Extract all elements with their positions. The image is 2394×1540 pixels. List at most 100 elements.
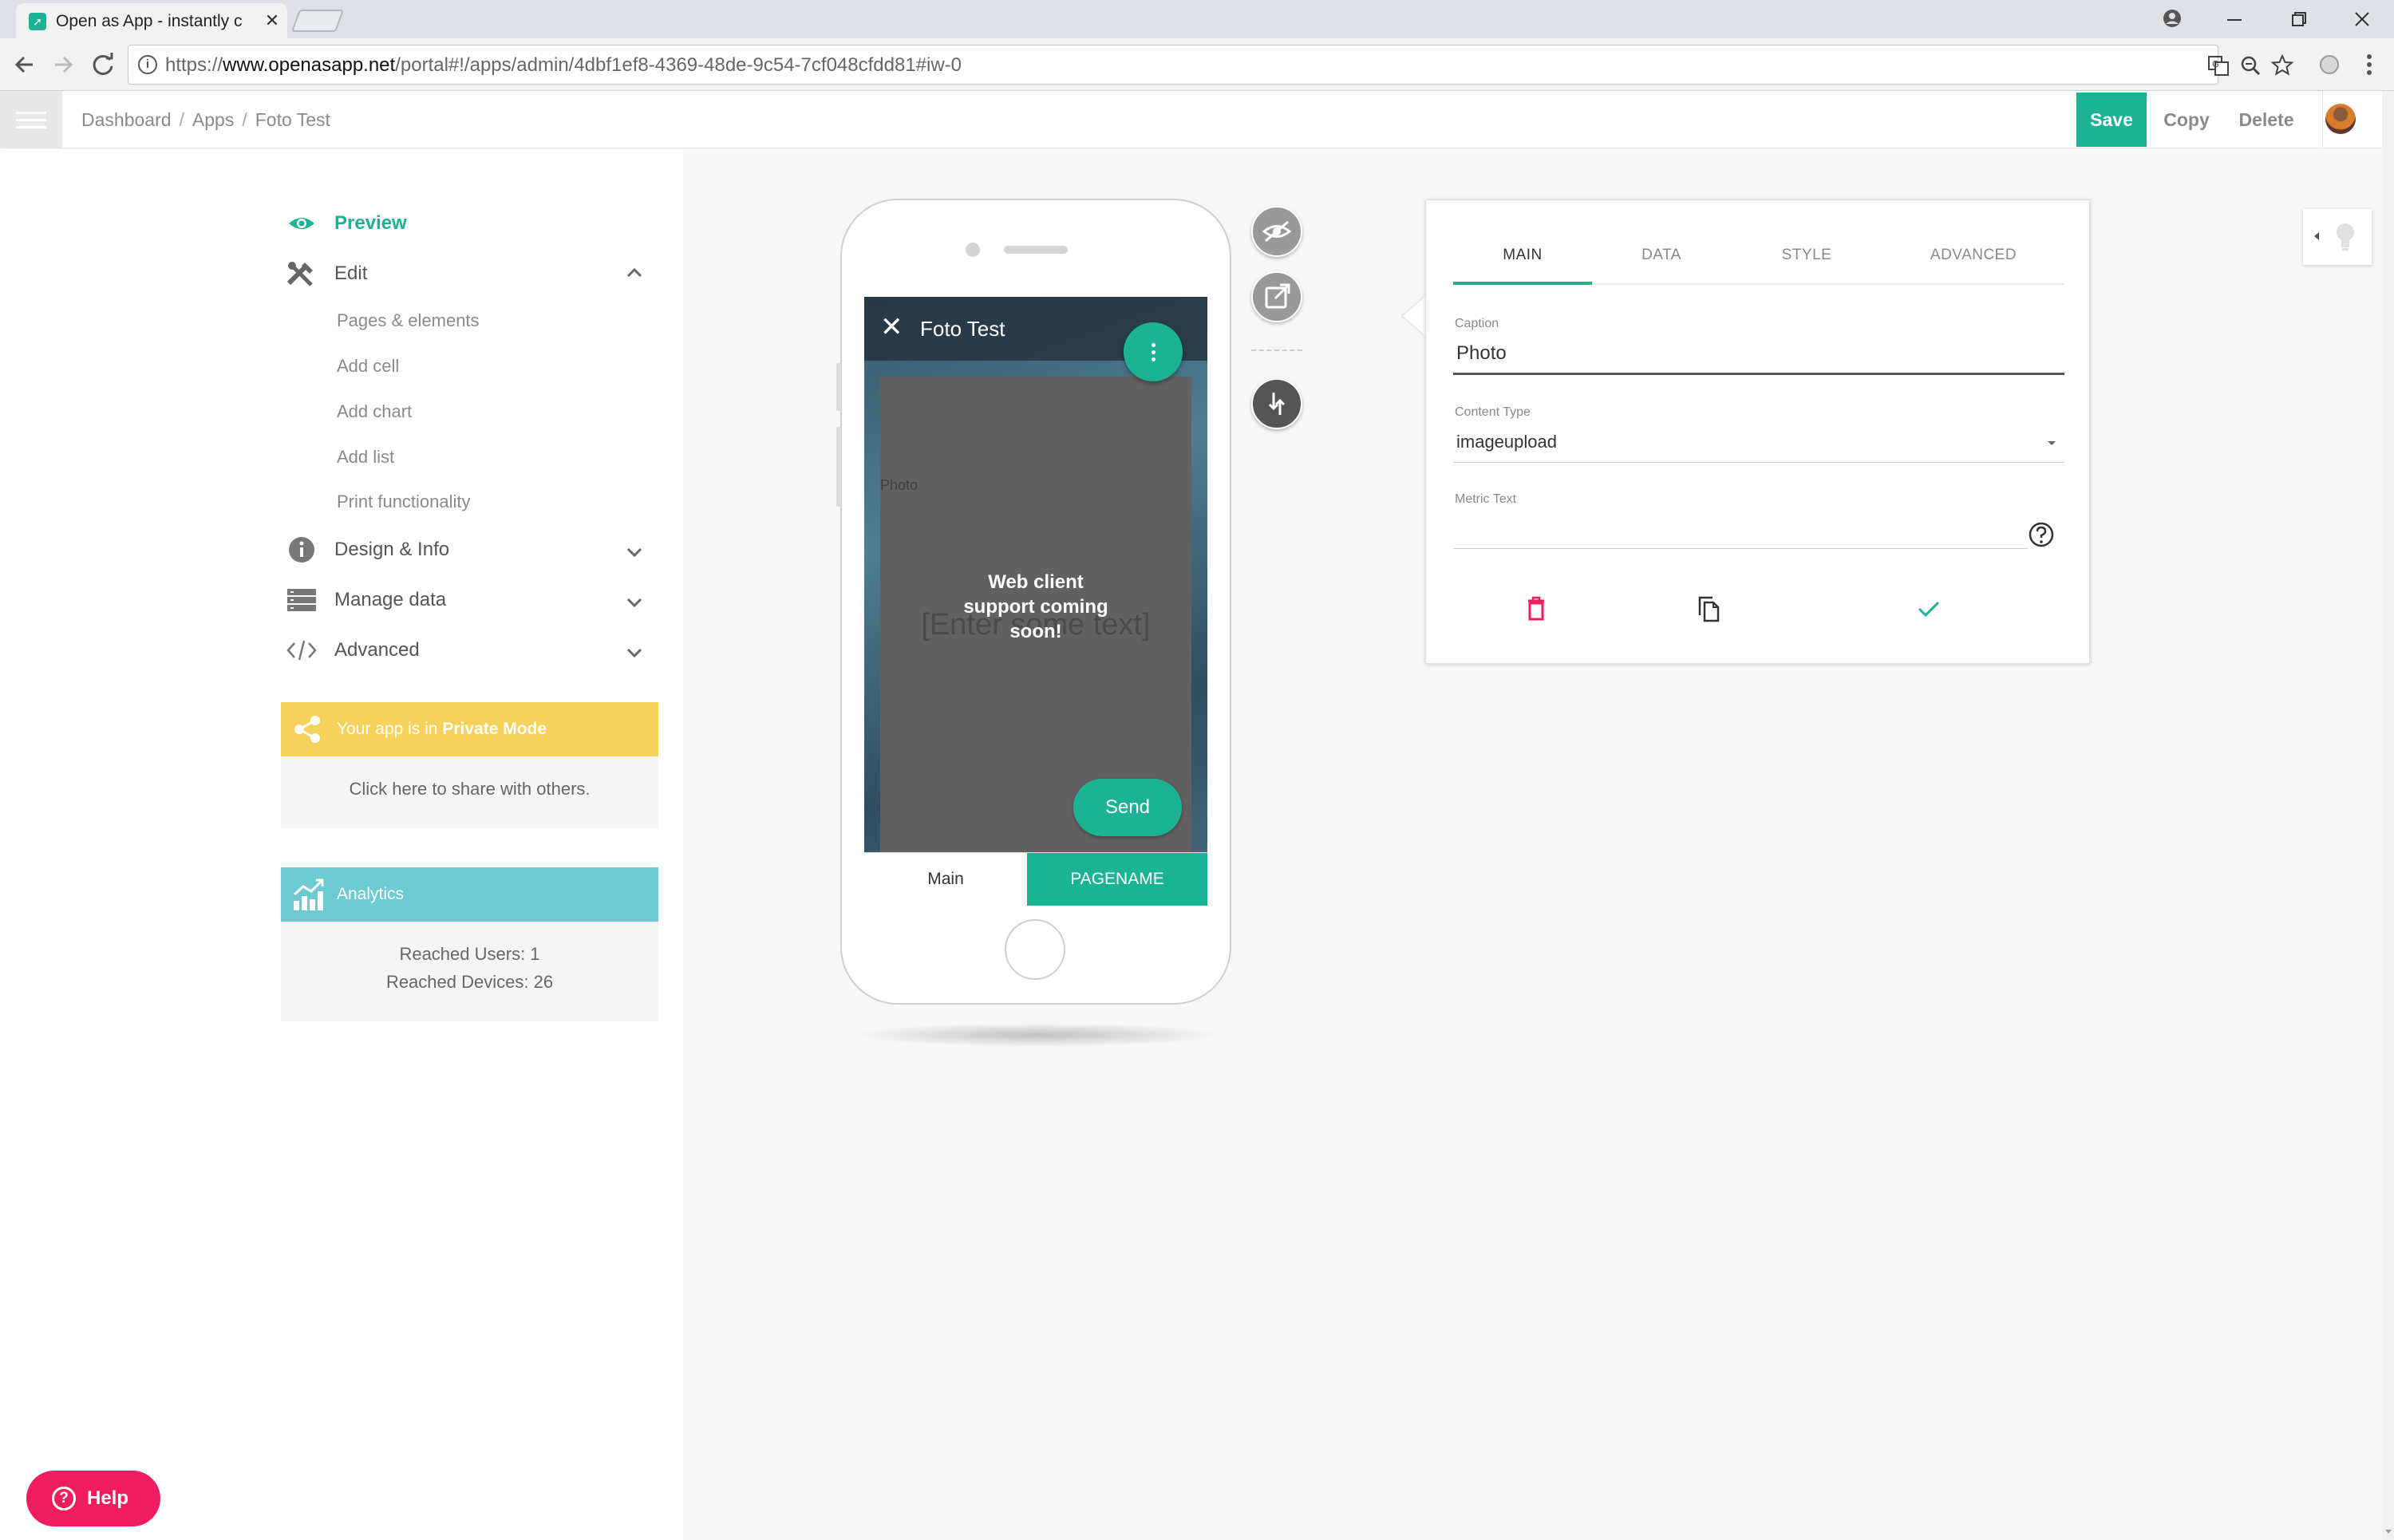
tools-icon bbox=[286, 259, 318, 288]
sort-button[interactable] bbox=[1251, 378, 1302, 429]
analytics-title: Analytics bbox=[337, 885, 405, 903]
svg-text:G: G bbox=[2212, 59, 2219, 69]
breadcrumb-dashboard[interactable]: Dashboard bbox=[81, 109, 172, 130]
phone-tab-main[interactable]: Main bbox=[864, 853, 1027, 906]
content-type-select[interactable]: imageupload bbox=[1456, 432, 1557, 452]
active-tab-indicator bbox=[1453, 282, 1592, 285]
header-divider bbox=[2322, 91, 2323, 148]
browser-tabstrip: ➚ Open as App - instantly c ✕ bbox=[0, 0, 2394, 38]
edit-pages-elements[interactable]: Pages & elements bbox=[337, 310, 480, 332]
private-mode-header: Your app is in Private Mode bbox=[281, 702, 658, 756]
save-button[interactable]: Save bbox=[2076, 93, 2147, 147]
minimize-icon[interactable] bbox=[2202, 3, 2266, 35]
hide-preview-button[interactable] bbox=[1251, 206, 1302, 257]
open-external-button[interactable] bbox=[1251, 271, 1302, 322]
delete-element-icon[interactable] bbox=[1522, 593, 1551, 625]
more-options-fab[interactable] bbox=[1124, 322, 1183, 381]
tab-close-icon[interactable]: ✕ bbox=[262, 10, 282, 31]
chevron-down-icon[interactable] bbox=[624, 642, 645, 663]
profile-icon[interactable] bbox=[2140, 3, 2204, 35]
help-button[interactable]: ? Help bbox=[26, 1471, 160, 1526]
close-window-icon[interactable] bbox=[2330, 3, 2394, 35]
site-info-icon[interactable]: i bbox=[138, 55, 157, 74]
tab-main[interactable]: MAIN bbox=[1453, 247, 1592, 278]
extension-icon[interactable] bbox=[2311, 46, 2348, 83]
phone-volume-button bbox=[836, 427, 841, 507]
translate-icon[interactable]: G bbox=[2206, 53, 2230, 77]
dropdown-arrow-icon[interactable] bbox=[2044, 435, 2060, 451]
phone-home-button bbox=[1005, 919, 1065, 980]
nav-design-info-label: Design & Info bbox=[334, 539, 450, 560]
delete-button[interactable]: Delete bbox=[2226, 93, 2306, 147]
bookmark-star-icon[interactable] bbox=[2270, 53, 2294, 77]
zoom-icon[interactable] bbox=[2238, 53, 2262, 77]
url-path: /portal#!/apps/admin/4dbf1ef8-4369-48de-… bbox=[395, 54, 962, 76]
breadcrumb-apps[interactable]: Apps bbox=[192, 109, 234, 130]
share-icon bbox=[292, 713, 324, 745]
caption-input[interactable]: Photo bbox=[1456, 342, 1507, 365]
breadcrumb-separator: / bbox=[242, 109, 247, 130]
panel-pointer bbox=[1403, 297, 1425, 335]
tools-divider bbox=[1251, 349, 1302, 351]
analytics-card: Analytics Reached Users: 1 Reached Devic… bbox=[281, 867, 658, 1021]
browser-menu-icon[interactable] bbox=[2351, 46, 2388, 83]
page-scrollbar[interactable] bbox=[2382, 91, 2394, 1540]
sort-arrows-icon bbox=[1268, 393, 1286, 415]
help-circle-icon[interactable] bbox=[2028, 521, 2055, 548]
scroll-down-arrow-icon[interactable] bbox=[2384, 1527, 2392, 1535]
chevron-down-icon[interactable] bbox=[624, 592, 645, 613]
phone-camera bbox=[966, 243, 980, 257]
app-close-icon[interactable]: ✕ bbox=[880, 311, 907, 343]
reached-users: Reached Users: 1 bbox=[399, 944, 540, 964]
lightbulb-icon bbox=[2332, 220, 2359, 254]
share-link[interactable]: Click here to share with others. bbox=[281, 779, 658, 800]
user-avatar[interactable] bbox=[2325, 104, 2356, 134]
private-mode-card[interactable]: Your app is in Private Mode Click here t… bbox=[281, 702, 658, 828]
breadcrumb-current: Foto Test bbox=[255, 109, 330, 130]
new-tab-button[interactable] bbox=[290, 10, 345, 32]
edit-print-functionality[interactable]: Print functionality bbox=[337, 491, 471, 513]
phone-tab-pagename[interactable]: PAGENAME bbox=[1027, 853, 1207, 906]
address-bar[interactable]: i https://www.openasapp.net/portal#!/app… bbox=[128, 45, 2294, 85]
app-header: Dashboard / Apps / Foto Test Save Copy Delet… bbox=[0, 91, 2382, 148]
nav-advanced-label: Advanced bbox=[334, 639, 420, 661]
metric-text-input[interactable] bbox=[1456, 516, 2015, 540]
restore-icon[interactable] bbox=[2266, 3, 2330, 35]
back-icon[interactable] bbox=[6, 46, 43, 83]
url-host: www.openasapp.net bbox=[223, 54, 396, 76]
analytics-chart-icon bbox=[292, 877, 326, 912]
phone-volume-button bbox=[836, 363, 841, 411]
tab-data[interactable]: DATA bbox=[1592, 247, 1731, 278]
edit-add-cell[interactable]: Add cell bbox=[337, 355, 399, 377]
private-mode-prefix: Your app is in bbox=[337, 720, 443, 738]
duplicate-element-icon[interactable] bbox=[1694, 593, 1723, 625]
help-question-icon: ? bbox=[52, 1487, 76, 1510]
edit-add-chart[interactable]: Add chart bbox=[337, 401, 412, 423]
hamburger-menu-icon[interactable] bbox=[0, 91, 62, 148]
copy-button[interactable]: Copy bbox=[2155, 93, 2218, 147]
send-button[interactable]: Send bbox=[1073, 779, 1182, 836]
browser-tab[interactable]: ➚ Open as App - instantly c ✕ bbox=[16, 3, 287, 38]
collapse-left-icon bbox=[2311, 228, 2322, 244]
chevron-up-icon[interactable] bbox=[624, 263, 645, 283]
content-type-underline bbox=[1453, 462, 2064, 463]
nav-preview-label: Preview bbox=[334, 212, 407, 234]
reload-icon[interactable] bbox=[85, 46, 121, 83]
analytics-header: Analytics bbox=[281, 867, 658, 922]
web-client-message: Web client support coming soon! bbox=[963, 571, 1108, 642]
tips-panel-toggle[interactable] bbox=[2303, 209, 2372, 265]
confirm-check-icon[interactable] bbox=[1913, 594, 1945, 623]
reached-devices: Reached Devices: 26 bbox=[385, 972, 554, 992]
caption-underline bbox=[1453, 373, 2064, 375]
edit-add-list[interactable]: Add list bbox=[337, 446, 394, 468]
external-link-icon bbox=[1265, 283, 1290, 309]
phone-screen: ✕ Foto Test Photo [Enter some text] Web … bbox=[864, 297, 1207, 905]
url-text[interactable]: https://www.openasapp.net/portal#!/apps/… bbox=[165, 53, 962, 77]
tab-advanced[interactable]: ADVANCED bbox=[1882, 247, 2064, 278]
chevron-down-icon[interactable] bbox=[624, 542, 645, 563]
forward-icon[interactable] bbox=[45, 46, 81, 83]
phone-speaker bbox=[1004, 246, 1068, 254]
private-mode-label: Private Mode bbox=[442, 720, 547, 738]
eye-icon bbox=[286, 209, 318, 238]
tab-style[interactable]: STYLE bbox=[1731, 247, 1882, 278]
